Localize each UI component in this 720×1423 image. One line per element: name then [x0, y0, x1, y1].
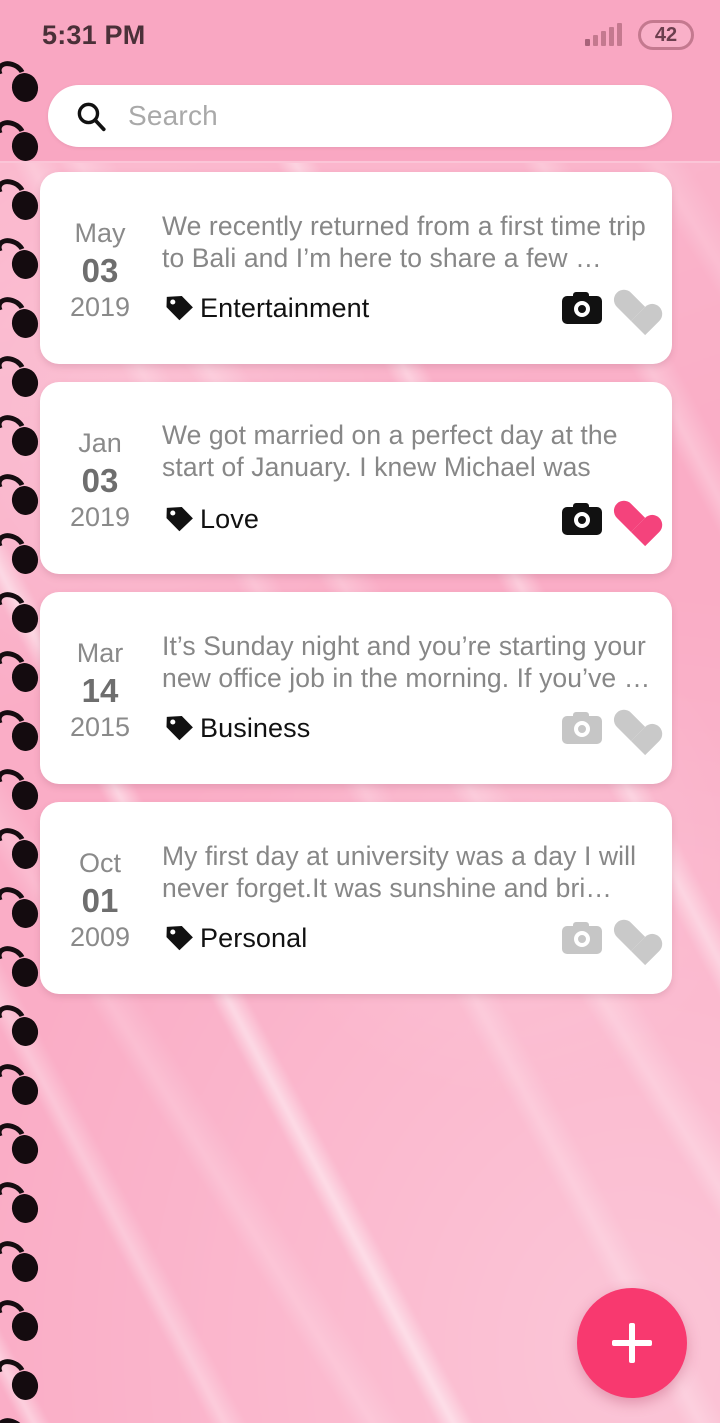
entry-content: We recently returned from a first time t…: [160, 172, 672, 364]
tag-icon: [166, 507, 193, 532]
spiral-ring: [0, 1177, 46, 1226]
entry-actions: [562, 502, 652, 536]
signal-bars-icon: [585, 23, 622, 46]
entry-actions: [562, 711, 652, 745]
entry-excerpt: We got married on a perfect day at the s…: [162, 420, 618, 485]
entry-actions: [562, 291, 652, 325]
tag-icon: [166, 926, 193, 951]
entry-tag-label: Love: [200, 503, 259, 534]
tag-icon: [166, 716, 193, 741]
entry-date: Jan 03 2019: [40, 382, 160, 574]
entry-tag[interactable]: Personal: [162, 920, 307, 956]
entry-day: 14: [81, 671, 119, 709]
spiral-ring: [0, 1118, 46, 1167]
favorite-heart-icon[interactable]: [612, 502, 650, 536]
entry-card[interactable]: May 03 2019 We recently returned from a fir…: [40, 172, 672, 364]
search-icon: [77, 102, 106, 131]
status-bar: 5:31 PM 42: [0, 0, 720, 70]
spiral-ring: [0, 1295, 46, 1344]
status-clock: 5:31 PM: [42, 19, 146, 50]
entry-month: May: [74, 218, 126, 249]
entry-meta: Personal: [162, 920, 652, 956]
app-screen: 5:31 PM 42 Search May 03 2019 We recently r…: [0, 0, 720, 1423]
entry-content: My first day at university was a day I w…: [160, 802, 672, 994]
camera-icon[interactable]: [562, 712, 602, 745]
favorite-heart-icon[interactable]: [612, 291, 650, 325]
entry-content: It’s Sunday night and you’re starting yo…: [160, 592, 672, 784]
entry-tag-label: Entertainment: [200, 292, 370, 323]
battery-level-label: 42: [654, 23, 678, 46]
camera-icon[interactable]: [562, 922, 602, 955]
entry-date: May 03 2019: [40, 172, 160, 364]
battery-icon: 42: [638, 20, 694, 50]
spiral-ring: [0, 1000, 46, 1049]
app-header: Search: [0, 70, 720, 163]
entry-date: Oct 01 2009: [40, 802, 160, 994]
entry-month: Mar: [76, 638, 124, 669]
spiral-ring: [0, 56, 46, 105]
entry-meta: Business: [162, 710, 652, 746]
entry-content: We got married on a perfect day at the s…: [160, 382, 672, 574]
status-indicators: 42: [585, 20, 694, 50]
spiral-ring: [0, 1413, 46, 1423]
entry-card[interactable]: Jan 03 2019 We got married on a perfect day…: [40, 382, 672, 574]
entry-day: 01: [81, 881, 119, 919]
entry-day: 03: [81, 461, 119, 499]
entry-meta: Entertainment: [162, 290, 652, 326]
entry-year: 2009: [69, 922, 131, 953]
entry-month: Oct: [78, 848, 121, 879]
entry-month: Jan: [78, 428, 122, 459]
camera-icon[interactable]: [562, 292, 602, 325]
camera-icon[interactable]: [562, 503, 602, 535]
spiral-ring: [0, 1354, 46, 1403]
search-input[interactable]: Search: [48, 84, 672, 147]
entry-meta: Love: [162, 501, 652, 537]
tag-icon: [166, 296, 193, 321]
spiral-ring: [0, 1059, 46, 1108]
add-entry-button[interactable]: [577, 1288, 687, 1398]
search-placeholder: Search: [128, 99, 218, 131]
entry-excerpt: It’s Sunday night and you’re starting yo…: [162, 630, 651, 693]
plus-icon: [610, 1321, 654, 1365]
entry-tag[interactable]: Entertainment: [162, 290, 369, 326]
entry-year: 2015: [69, 712, 131, 743]
entry-date: Mar 14 2015: [40, 592, 160, 784]
entry-tag[interactable]: Love: [162, 501, 259, 537]
entry-card[interactable]: Mar 14 2015 It’s Sunday night and you’re st…: [40, 592, 672, 784]
entry-tag-label: Business: [200, 712, 311, 743]
spiral-ring: [0, 115, 46, 164]
spiral-ring: [0, 1236, 46, 1285]
favorite-heart-icon[interactable]: [612, 921, 650, 955]
entry-tag[interactable]: Business: [162, 710, 310, 746]
entry-excerpt: We recently returned from a first time t…: [162, 210, 646, 273]
entry-year: 2019: [69, 502, 131, 533]
entry-year: 2019: [69, 292, 131, 323]
entry-card[interactable]: Oct 01 2009 My first day at university was …: [40, 802, 672, 994]
entry-day: 03: [81, 251, 119, 289]
entry-actions: [562, 921, 652, 955]
entry-excerpt: My first day at university was a day I w…: [162, 840, 637, 903]
favorite-heart-icon[interactable]: [612, 711, 650, 745]
entry-tag-label: Personal: [200, 922, 308, 953]
